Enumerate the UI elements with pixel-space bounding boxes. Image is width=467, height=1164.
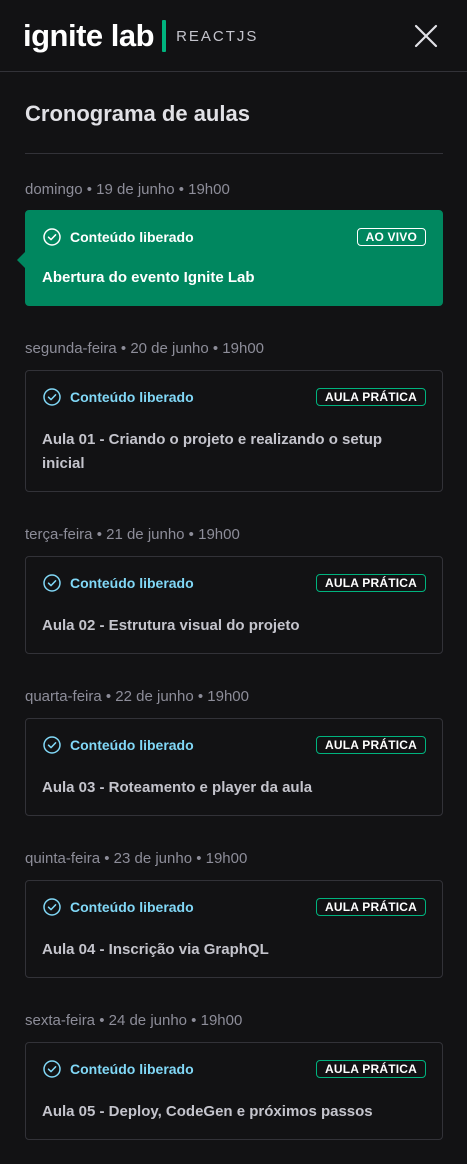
logo-subtitle: REACTJS xyxy=(176,27,259,45)
lesson-badge: AULA PRÁTICA xyxy=(316,574,426,592)
lesson-item: segunda-feira • 20 de junho • 19h00 Cont… xyxy=(25,339,443,492)
lesson-date: terça-feira • 21 de junho • 19h00 xyxy=(25,526,240,543)
check-circle-icon xyxy=(43,736,61,754)
lesson-card[interactable]: Conteúdo liberado AULA PRÁTICA Aula 04 -… xyxy=(25,880,443,978)
lesson-date: domingo • 19 de junho • 19h00 xyxy=(25,181,230,198)
lesson-badge: AULA PRÁTICA xyxy=(316,1060,426,1078)
lesson-item: quinta-feira • 23 de junho • 19h00 Conte… xyxy=(25,849,443,978)
close-button[interactable] xyxy=(410,20,442,52)
lesson-card[interactable]: Conteúdo liberado AULA PRÁTICA Aula 01 -… xyxy=(25,370,443,492)
close-icon xyxy=(414,24,438,48)
lesson-title: Aula 05 - Deploy, CodeGen e próximos pas… xyxy=(42,1103,373,1120)
header: ignite lab REACTJS xyxy=(0,0,467,72)
check-circle-icon xyxy=(43,388,61,406)
lesson-status-label: Conteúdo liberado xyxy=(70,389,194,405)
logo-divider xyxy=(162,20,167,52)
divider xyxy=(25,153,443,154)
logo: ignite lab REACTJS xyxy=(23,16,258,56)
sidebar-title: Cronograma de aulas xyxy=(25,101,250,126)
logo-text: ignite lab xyxy=(23,18,155,53)
check-circle-icon xyxy=(43,898,61,916)
lesson-date: quinta-feira • 23 de junho • 19h00 xyxy=(25,850,248,867)
lesson-status: Conteúdo liberado xyxy=(42,1059,194,1079)
lesson-status: Conteúdo liberado xyxy=(42,387,194,407)
lesson-badge: AULA PRÁTICA xyxy=(316,736,426,754)
lesson-status-label: Conteúdo liberado xyxy=(70,575,194,591)
lesson-date: sexta-feira • 24 de junho • 19h00 xyxy=(25,1012,243,1029)
lessons-sidebar: Cronograma de aulas domingo • 19 de junh… xyxy=(0,73,467,1164)
lesson-title: Abertura do evento Ignite Lab xyxy=(42,269,255,286)
lesson-item: terça-feira • 21 de junho • 19h00 Conteú… xyxy=(25,525,443,654)
lesson-item: quarta-feira • 22 de junho • 19h00 Conte… xyxy=(25,687,443,816)
lesson-status-label: Conteúdo liberado xyxy=(70,229,194,245)
lesson-status: Conteúdo liberado xyxy=(42,735,194,755)
lesson-title: Aula 04 - Inscrição via GraphQL xyxy=(42,941,269,958)
lesson-date: quarta-feira • 22 de junho • 19h00 xyxy=(25,688,249,705)
lesson-status: Conteúdo liberado xyxy=(42,573,194,593)
lesson-status-label: Conteúdo liberado xyxy=(70,899,194,915)
lesson-card[interactable]: Conteúdo liberado AULA PRÁTICA Aula 03 -… xyxy=(25,718,443,816)
check-circle-icon xyxy=(43,1060,61,1078)
lesson-status-label: Conteúdo liberado xyxy=(70,737,194,753)
lesson-status: Conteúdo liberado xyxy=(42,227,194,247)
lesson-title: Aula 01 - Criando o projeto e realizando… xyxy=(42,431,383,472)
lesson-status: Conteúdo liberado xyxy=(42,897,194,917)
lesson-card[interactable]: Conteúdo liberado AULA PRÁTICA Aula 05 -… xyxy=(25,1042,443,1140)
lesson-status-label: Conteúdo liberado xyxy=(70,1061,194,1077)
lesson-card[interactable]: Conteúdo liberado AO VIVO Abertura do ev… xyxy=(17,210,443,306)
lesson-badge: AULA PRÁTICA xyxy=(316,388,426,406)
lesson-badge: AULA PRÁTICA xyxy=(316,898,426,916)
lesson-card[interactable]: Conteúdo liberado AULA PRÁTICA Aula 02 -… xyxy=(25,556,443,654)
lesson-badge: AO VIVO xyxy=(356,228,426,246)
lesson-title: Aula 03 - Roteamento e player da aula xyxy=(42,779,313,796)
check-circle-icon xyxy=(43,228,61,246)
check-circle-icon xyxy=(43,574,61,592)
lesson-item: sexta-feira • 24 de junho • 19h00 Conteú… xyxy=(25,1011,443,1140)
lesson-title: Aula 02 - Estrutura visual do projeto xyxy=(42,617,300,634)
lesson-item: domingo • 19 de junho • 19h00 Conteúdo l… xyxy=(17,180,443,306)
lesson-date: segunda-feira • 20 de junho • 19h00 xyxy=(25,340,265,357)
